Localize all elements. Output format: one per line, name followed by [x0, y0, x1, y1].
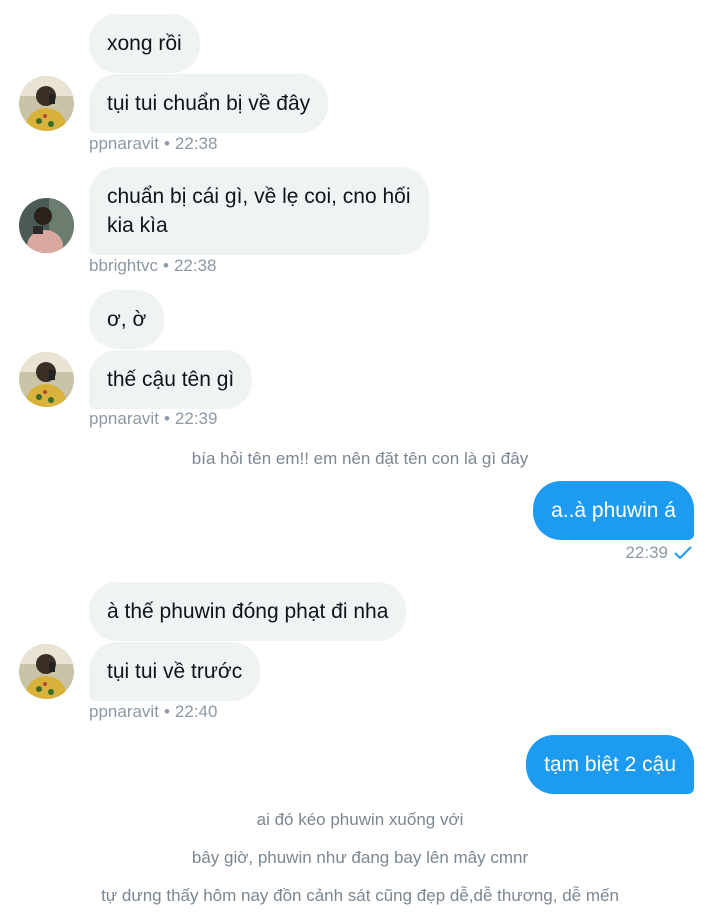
- username[interactable]: ppnaravit: [89, 702, 159, 721]
- user-avatar-icon: [19, 198, 74, 253]
- timestamp: 22:38: [174, 134, 218, 153]
- message-bubble[interactable]: à thế phuwin đóng phạt đi nha: [89, 582, 407, 641]
- user-avatar-icon: [19, 352, 74, 407]
- check-icon: [674, 546, 692, 560]
- message-text: thế cậu tên gì: [107, 368, 235, 391]
- timestamp: 22:38: [173, 256, 217, 275]
- avatar[interactable]: [19, 198, 74, 253]
- avatar[interactable]: [19, 352, 74, 407]
- message-bubble[interactable]: tụi tui về trước: [89, 642, 261, 701]
- avatar[interactable]: [19, 76, 74, 131]
- user-avatar-icon: [19, 76, 74, 131]
- user-avatar-icon: [19, 644, 74, 699]
- message-text: a..à phuwin á: [551, 499, 676, 522]
- message-text: tạm biệt 2 cậu: [544, 753, 676, 776]
- message-meta: ppnaravit • 22:38: [89, 134, 217, 154]
- separator-dot: •: [162, 256, 169, 275]
- outgoing-message-bubble[interactable]: tạm biệt 2 cậu: [526, 735, 694, 794]
- outgoing-message-meta: 22:39: [625, 543, 692, 563]
- narration-caption: bía hỏi tên em!! em nên đặt tên con là g…: [191, 449, 529, 468]
- message-bubble[interactable]: chuẩn bị cái gì, về lẹ coi, cno hối kia …: [89, 167, 429, 255]
- separator-dot: •: [163, 134, 170, 153]
- username[interactable]: bbrightvc: [89, 256, 158, 275]
- message-meta: bbrightvc • 22:38: [89, 256, 216, 276]
- narration-caption: tự dưng thấy hôm nay đồn cảnh sát cũng đ…: [101, 886, 619, 905]
- timestamp: 22:39: [625, 543, 668, 562]
- message-text: xong rồi: [107, 32, 182, 55]
- message-bubble[interactable]: thế cậu tên gì: [89, 350, 253, 409]
- timestamp: 22:39: [174, 409, 218, 428]
- message-bubble[interactable]: ơ, ờ: [89, 290, 165, 349]
- timestamp: 22:40: [174, 702, 218, 721]
- outgoing-message-bubble[interactable]: a..à phuwin á: [533, 481, 694, 540]
- message-meta: ppnaravit • 22:40: [89, 702, 217, 722]
- message-bubble[interactable]: tụi tui chuẩn bị về đây: [89, 74, 329, 133]
- username[interactable]: ppnaravit: [89, 409, 159, 428]
- separator-dot: •: [163, 702, 170, 721]
- message-bubble[interactable]: xong rồi: [89, 14, 200, 73]
- message-text: tụi tui chuẩn bị về đây: [107, 92, 311, 115]
- avatar[interactable]: [19, 644, 74, 699]
- narration-caption: bây giờ, phuwin như đang bay lên mây cmn…: [191, 848, 529, 867]
- message-text: chuẩn bị cái gì, về lẹ coi, cno hối kia …: [107, 185, 411, 237]
- narration-caption: ai đó kéo phuwin xuống với: [256, 810, 464, 829]
- message-text: tụi tui về trước: [107, 660, 243, 683]
- message-meta: ppnaravit • 22:39: [89, 409, 217, 429]
- message-text: ơ, ờ: [107, 308, 147, 331]
- separator-dot: •: [163, 409, 170, 428]
- username[interactable]: ppnaravit: [89, 134, 159, 153]
- message-text: à thế phuwin đóng phạt đi nha: [107, 600, 389, 623]
